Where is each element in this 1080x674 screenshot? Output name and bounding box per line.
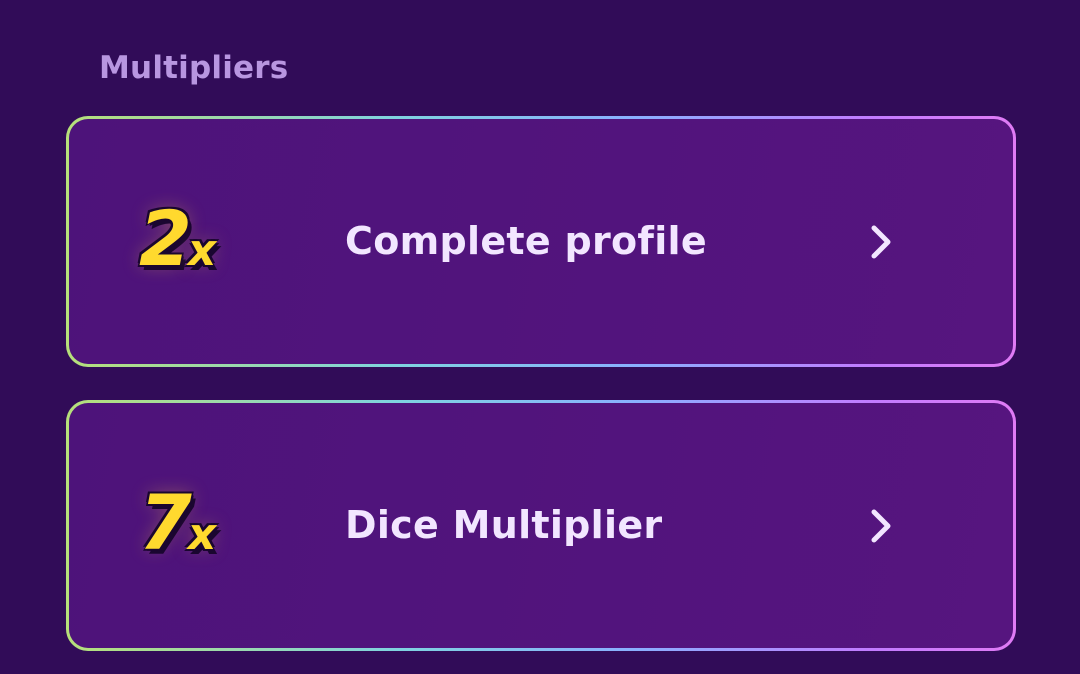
multiplier-value: 7 [139, 478, 192, 567]
chevron-right-icon[interactable] [865, 506, 897, 546]
multiplier-value: 2 [139, 194, 192, 283]
multiplier-badge: 2x [139, 201, 216, 277]
multiplier-badge: 7x [139, 485, 216, 561]
card-label: Dice Multiplier [345, 503, 663, 547]
multiplier-card-complete-profile[interactable]: 2x Complete profile [66, 116, 1016, 367]
chevron-right-icon[interactable] [865, 222, 897, 262]
multiplier-suffix: x [187, 225, 217, 276]
section-title: Multipliers [99, 50, 289, 86]
card-label: Complete profile [345, 219, 707, 263]
multiplier-suffix: x [187, 509, 217, 560]
multiplier-card-dice-multiplier[interactable]: 7x Dice Multiplier [66, 400, 1016, 651]
